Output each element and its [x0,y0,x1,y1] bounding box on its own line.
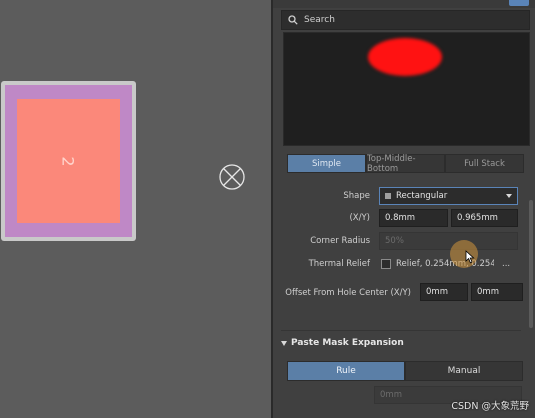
thermal-relief-checkbox[interactable] [381,259,391,269]
shape-swatch-icon [385,193,391,199]
panel-header-button[interactable] [509,0,529,6]
corner-radius-field[interactable]: 50% [379,232,518,250]
origin-marker-icon [219,164,245,190]
paste-mask-tabs: Rule Manual [287,361,523,381]
offset-x-field[interactable]: 0mm [420,283,468,301]
paste-mask-title: Paste Mask Expansion [291,338,404,348]
shape-dropdown[interactable]: Rectangular [379,187,518,205]
preview-highlight [368,38,442,76]
shape-label: Shape [343,191,370,201]
collapse-triangle-icon [281,340,287,346]
pad-preview [283,32,530,146]
pad-solder-mask: 2 [5,85,132,237]
shape-value: Rectangular [396,191,448,201]
search-input[interactable]: Search [281,10,530,30]
size-x-field[interactable]: 0.8mm [379,209,448,227]
pad-designator: 2 [59,155,78,167]
thermal-relief-value: Relief, 0.254mm, 0.254m [396,259,494,269]
tab-simple[interactable]: Simple [287,154,366,173]
pad-copper: 2 [17,99,120,223]
watermark: CSDN @大象荒野 [451,401,529,412]
search-placeholder: Search [304,15,335,25]
size-label: (X/Y) [349,213,370,223]
search-icon [288,15,298,25]
section-divider [281,330,521,331]
chevron-down-icon [506,194,512,198]
offset-label: Offset From Hole Center (X/Y) [285,288,411,298]
mouse-cursor-icon [465,250,475,264]
tab-manual[interactable]: Manual [405,361,523,381]
tab-full-stack[interactable]: Full Stack [445,154,524,173]
paste-mask-header[interactable]: Paste Mask Expansion [281,338,404,348]
tab-rule[interactable]: Rule [287,361,405,381]
pcb-canvas[interactable]: 2 [0,0,271,418]
offset-y-field[interactable]: 0mm [471,283,523,301]
tab-top-middle-bottom[interactable]: Top-Middle-Bottom [366,154,445,174]
panel-header-strip [273,0,535,8]
pad-outline[interactable]: 2 [1,81,136,241]
panel-scrollbar[interactable] [529,200,533,328]
size-y-field[interactable]: 0.965mm [451,209,518,227]
pad-stack-tabs: Simple Top-Middle-Bottom Full Stack [287,154,524,174]
thermal-relief-more-button[interactable]: ... [502,259,512,269]
thermal-relief-label: Thermal Relief [308,259,370,269]
corner-radius-label: Corner Radius [310,236,370,246]
